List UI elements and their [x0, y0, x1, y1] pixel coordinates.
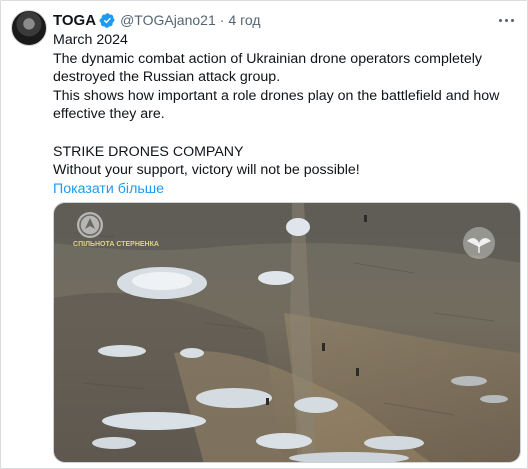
- tweet-header: TOGA @TOGAjano21 · 4 год: [53, 10, 261, 30]
- more-options-icon[interactable]: [495, 11, 517, 29]
- tweet-line: STRIKE DRONES COMPANY: [53, 143, 244, 160]
- verified-badge-icon: [99, 12, 115, 28]
- author-name[interactable]: TOGA: [53, 12, 96, 29]
- tweet-line: This shows how important a role drones p…: [53, 87, 500, 104]
- drone-emblem-icon: [77, 212, 103, 238]
- separator-dot: ·: [219, 12, 225, 28]
- tweet-card[interactable]: TOGA @TOGAjano21 · 4 год March 2024 The …: [0, 0, 528, 469]
- wings-emblem-icon: [463, 227, 495, 259]
- author-handle[interactable]: @TOGAjano21: [120, 12, 216, 28]
- watermark-text: СПІЛЬНОТА СТЕРНЕНКА: [73, 241, 159, 248]
- tweet-video[interactable]: СПІЛЬНОТА СТЕРНЕНКА: [53, 202, 521, 463]
- tweet-line: March 2024: [53, 32, 128, 48]
- watermark-text-line: СПІЛЬНОТА СТЕРНЕНКА: [73, 241, 159, 248]
- tweet-line: destroyed the Russian attack group.: [53, 69, 281, 86]
- tweet-line: The dynamic combat action of Ukrainian d…: [53, 50, 482, 67]
- tweet-timestamp[interactable]: 4 год: [228, 12, 260, 28]
- tweet-line: Without your support, victory will not b…: [53, 162, 360, 179]
- battlefield-video-frame: СПІЛЬНОТА СТЕРНЕНКА: [54, 203, 520, 462]
- author-avatar[interactable]: [11, 10, 47, 46]
- tweet-text: March 2024 The dynamic combat action of …: [53, 31, 521, 198]
- tweet-line: effective they are.: [53, 106, 165, 123]
- show-more-link[interactable]: Показати більше: [53, 180, 521, 199]
